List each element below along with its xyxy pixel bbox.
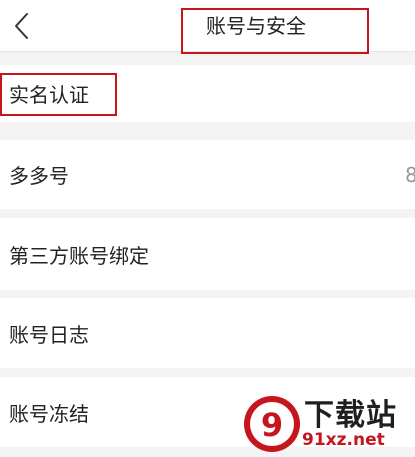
row-label: 账号日志 <box>9 322 89 347</box>
back-button[interactable] <box>4 6 40 46</box>
watermark-logo-mark: 9 <box>261 406 283 444</box>
row-clip: 多多号 8 <box>0 140 415 209</box>
row-real-name-verification[interactable]: 实名认证 <box>0 65 415 122</box>
chevron-left-icon <box>15 13 28 39</box>
row-label: 实名认证 <box>9 83 89 107</box>
site-watermark: 9 下载站 91xz.net <box>240 390 415 457</box>
row-label: 账号冻结 <box>9 401 89 426</box>
row-label: 多多号 <box>9 164 69 188</box>
watermark-logo-text: 下载站 <box>304 398 397 433</box>
row-label: 第三方账号绑定 <box>9 243 149 268</box>
title-highlight-box <box>181 8 369 54</box>
row-duoduo-id[interactable]: 多多号 8 <box>0 140 415 209</box>
row-account-log[interactable]: 账号日志 <box>0 298 415 368</box>
watermark-site: 91xz.net <box>302 430 385 450</box>
row-value: 8 <box>405 162 415 187</box>
watermark-logo-icon: 9 <box>244 396 300 452</box>
row-third-party-binding[interactable]: 第三方账号绑定 <box>0 218 415 290</box>
